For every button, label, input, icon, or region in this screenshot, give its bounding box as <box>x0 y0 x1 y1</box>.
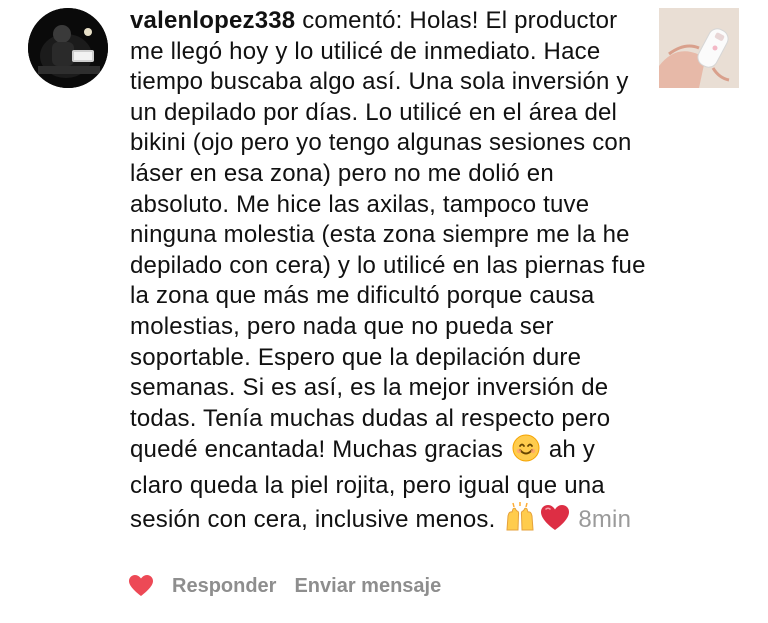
red-heart-icon <box>540 504 570 541</box>
heart-icon[interactable] <box>128 574 154 598</box>
send-message-button[interactable]: Enviar mensaje <box>294 575 441 598</box>
comment-timestamp: 8min <box>578 505 632 533</box>
comment-text: comentó: Holas! El productor me llegó ho… <box>130 7 646 464</box>
comment-body: valenlopez338 comentó: Holas! El product… <box>130 6 650 540</box>
reply-button[interactable]: Responder <box>172 575 276 598</box>
raising-hands-icon <box>504 501 536 541</box>
avatar[interactable] <box>28 8 108 88</box>
avatar-photo <box>28 8 108 88</box>
smiling-face-icon <box>512 434 540 471</box>
product-image <box>659 8 739 88</box>
product-thumbnail[interactable] <box>659 8 739 88</box>
comment-username[interactable]: valenlopez338 <box>130 7 295 34</box>
comment-actions: Responder Enviar mensaje <box>128 572 441 600</box>
